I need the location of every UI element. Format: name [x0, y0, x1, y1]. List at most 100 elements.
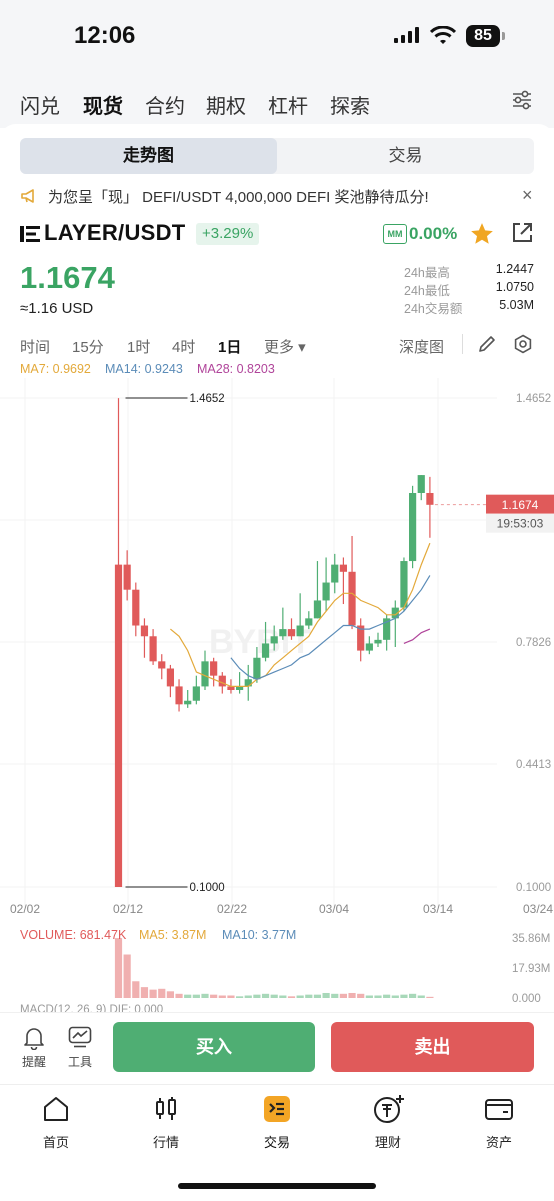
pair-name[interactable]: LAYER/USDT — [44, 220, 186, 246]
filter-settings-icon[interactable] — [510, 88, 534, 112]
earn-icon[interactable] — [373, 1094, 405, 1124]
pair-menu-icon[interactable] — [20, 225, 40, 243]
interval-1d[interactable]: 1日 — [218, 336, 241, 357]
battery-indicator: 85 — [466, 25, 505, 47]
volume-bar — [261, 993, 270, 998]
cellular-signal-icon — [394, 27, 419, 43]
tab-spot[interactable]: 现货 — [83, 90, 123, 119]
stat-value-low: 1.0750 — [495, 280, 534, 294]
x-tick-label: 02/22 — [217, 902, 247, 916]
candle-body — [331, 564, 339, 583]
candle-body — [374, 639, 382, 644]
volume-bar — [253, 994, 261, 998]
candle-body — [114, 564, 123, 887]
candle-body — [426, 492, 434, 505]
volume-bar — [184, 994, 192, 998]
candle-body — [123, 564, 131, 590]
nav-assets[interactable]: 资产 — [459, 1132, 539, 1151]
depth-chart-tab[interactable]: 深度图 — [399, 336, 444, 357]
volume-y-tick: 0.000 — [512, 993, 541, 1005]
candle-body — [279, 629, 287, 637]
trade-icon[interactable] — [263, 1095, 291, 1123]
ma28-legend: MA28: 0.8203 — [197, 362, 275, 376]
x-tick-label: 02/12 — [113, 902, 143, 916]
candle-body — [261, 643, 270, 658]
announcement-text[interactable]: 为您呈「现」 DEFI/USDT 4,000,000 DEFI 奖池静待瓜分! — [48, 186, 429, 207]
status-time: 12:06 — [74, 22, 136, 49]
volume-bar — [400, 994, 408, 998]
tab-explore[interactable]: 探索 — [330, 90, 370, 119]
close-icon[interactable]: × — [522, 185, 533, 206]
indicator-settings-icon[interactable] — [513, 334, 533, 354]
y-tick-label: 0.1000 — [516, 882, 551, 894]
volume-bar — [244, 995, 252, 998]
ma28-line — [403, 628, 431, 644]
last-price: 1.1674 — [20, 260, 115, 295]
tab-futures[interactable]: 合约 — [145, 90, 185, 119]
candle-body — [158, 661, 166, 669]
candlestick-chart[interactable]: BYBIT 1.4652 0.1000 1.1674 19:53:03 1.4652 0… — [0, 378, 554, 1010]
segment-trade[interactable]: 交易 — [277, 138, 534, 174]
last-price-tag: 1.1674 — [502, 498, 539, 512]
mm-badge: MM — [383, 224, 407, 244]
wallet-icon[interactable] — [484, 1096, 514, 1122]
mm-value: 0.00% — [409, 224, 458, 243]
countdown: 19:53:03 — [497, 517, 544, 531]
watermark: BYBIT — [209, 623, 311, 661]
pencil-icon[interactable] — [477, 334, 497, 354]
star-icon[interactable] — [469, 221, 495, 247]
share-icon[interactable] — [510, 221, 534, 245]
tab-margin[interactable]: 杠杆 — [268, 90, 308, 119]
candle-body — [400, 561, 408, 608]
candle-body — [296, 625, 304, 637]
low-annotation: 0.1000 — [190, 882, 225, 894]
high-annotation: 1.4652 — [190, 393, 225, 405]
megaphone-icon — [21, 189, 34, 203]
volume-y-tick: 35.86M — [512, 933, 550, 945]
candle-body — [253, 657, 261, 680]
candle-body — [149, 636, 157, 662]
x-tick-label: 03/14 — [423, 902, 453, 916]
home-icon[interactable] — [42, 1095, 70, 1123]
buy-button[interactable]: 买入 — [113, 1022, 315, 1072]
candles-icon[interactable] — [152, 1095, 180, 1123]
volume-bar — [426, 996, 434, 998]
interval-time[interactable]: 时间 — [20, 336, 50, 357]
nav-trade[interactable]: 交易 — [237, 1132, 317, 1151]
interval-more[interactable]: 更多 ▾ — [264, 336, 306, 357]
segment-chart[interactable]: 走势图 — [20, 138, 277, 174]
usd-price: ≈1.16 USD — [20, 300, 94, 317]
tools-label[interactable]: 工具 — [63, 1053, 97, 1070]
candle-body — [244, 679, 252, 687]
volume-bar — [218, 995, 226, 998]
bell-icon[interactable] — [23, 1026, 45, 1050]
volume-bar — [348, 992, 356, 998]
volume-bar — [236, 996, 244, 998]
tab-options[interactable]: 期权 — [206, 90, 246, 119]
volume-bar — [175, 993, 183, 998]
volume-bar — [391, 995, 399, 998]
nav-markets[interactable]: 行情 — [126, 1132, 206, 1151]
volume-bar — [305, 994, 313, 998]
candle-body — [175, 686, 183, 705]
volume-bar — [227, 995, 235, 998]
x-tick-label: 03/24 — [523, 902, 553, 916]
tools-icon[interactable] — [68, 1026, 92, 1048]
candle-body — [322, 582, 330, 601]
volume-bar — [270, 994, 278, 998]
interval-4h[interactable]: 4时 — [172, 336, 195, 357]
volume-bar — [114, 938, 123, 998]
sell-button[interactable]: 卖出 — [331, 1022, 534, 1072]
nav-home[interactable]: 首页 — [16, 1132, 96, 1151]
volume-bar — [158, 988, 166, 998]
candle-body — [409, 492, 417, 562]
alert-tool-label[interactable]: 提醒 — [17, 1053, 51, 1070]
candle-body — [201, 661, 209, 687]
interval-15m[interactable]: 15分 — [72, 336, 104, 357]
interval-1h[interactable]: 1时 — [127, 336, 150, 357]
nav-earn[interactable]: 理财 — [348, 1132, 428, 1151]
candle-body — [184, 700, 192, 705]
tab-swap[interactable]: 闪兑 — [20, 90, 60, 119]
volume-bar — [279, 995, 287, 998]
candle-body — [270, 636, 278, 644]
